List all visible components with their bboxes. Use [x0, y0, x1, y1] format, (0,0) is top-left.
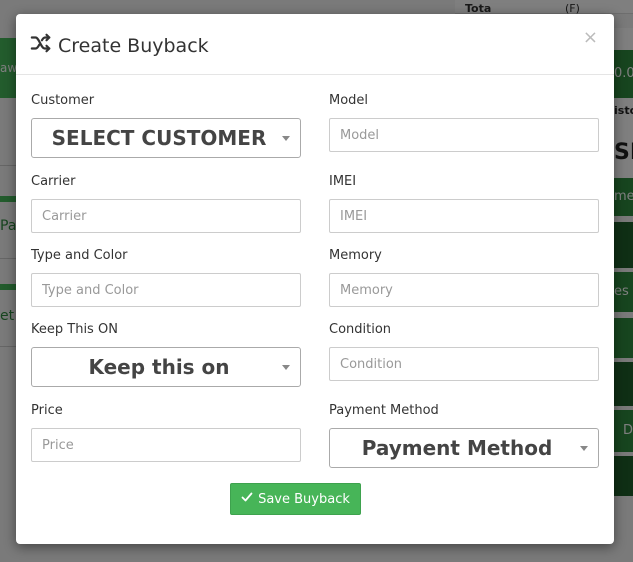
save-buyback-label: Save Buyback	[258, 491, 350, 507]
price-label: Price	[31, 403, 63, 418]
imei-input[interactable]	[329, 199, 599, 233]
imei-label: IMEI	[329, 174, 357, 189]
save-buyback-button[interactable]: Save Buyback	[230, 483, 361, 515]
keep-on-select[interactable]: Keep this on	[31, 347, 301, 387]
condition-label: Condition	[329, 322, 392, 337]
keep-on-select-value: Keep this on	[88, 355, 230, 379]
payment-method-select[interactable]: Payment Method	[329, 428, 599, 468]
caret-down-icon	[580, 446, 588, 451]
price-input[interactable]	[31, 428, 301, 462]
memory-label: Memory	[329, 248, 382, 263]
customer-label: Customer	[31, 93, 95, 108]
modal-title: Create Buyback	[30, 32, 209, 59]
memory-input[interactable]	[329, 273, 599, 307]
close-button[interactable]: ×	[583, 29, 598, 47]
condition-input[interactable]	[329, 347, 599, 381]
customer-select[interactable]: SELECT CUSTOMER	[31, 118, 301, 158]
type-color-label: Type and Color	[31, 248, 128, 263]
shuffle-icon	[30, 32, 52, 59]
caret-down-icon	[282, 365, 290, 370]
carrier-label: Carrier	[31, 174, 76, 189]
model-label: Model	[329, 93, 369, 108]
create-buyback-modal: Create Buyback × Customer SELECT CUSTOME…	[16, 14, 614, 544]
caret-down-icon	[282, 136, 290, 141]
modal-header: Create Buyback ×	[16, 14, 614, 75]
model-input[interactable]	[329, 118, 599, 152]
keep-on-label: Keep This ON	[31, 322, 118, 337]
payment-method-label: Payment Method	[329, 403, 439, 418]
check-icon	[241, 491, 253, 507]
carrier-input[interactable]	[31, 199, 301, 233]
type-color-input[interactable]	[31, 273, 301, 307]
customer-select-value: SELECT CUSTOMER	[51, 126, 267, 150]
modal-title-text: Create Buyback	[58, 34, 209, 57]
payment-method-select-value: Payment Method	[361, 436, 553, 460]
